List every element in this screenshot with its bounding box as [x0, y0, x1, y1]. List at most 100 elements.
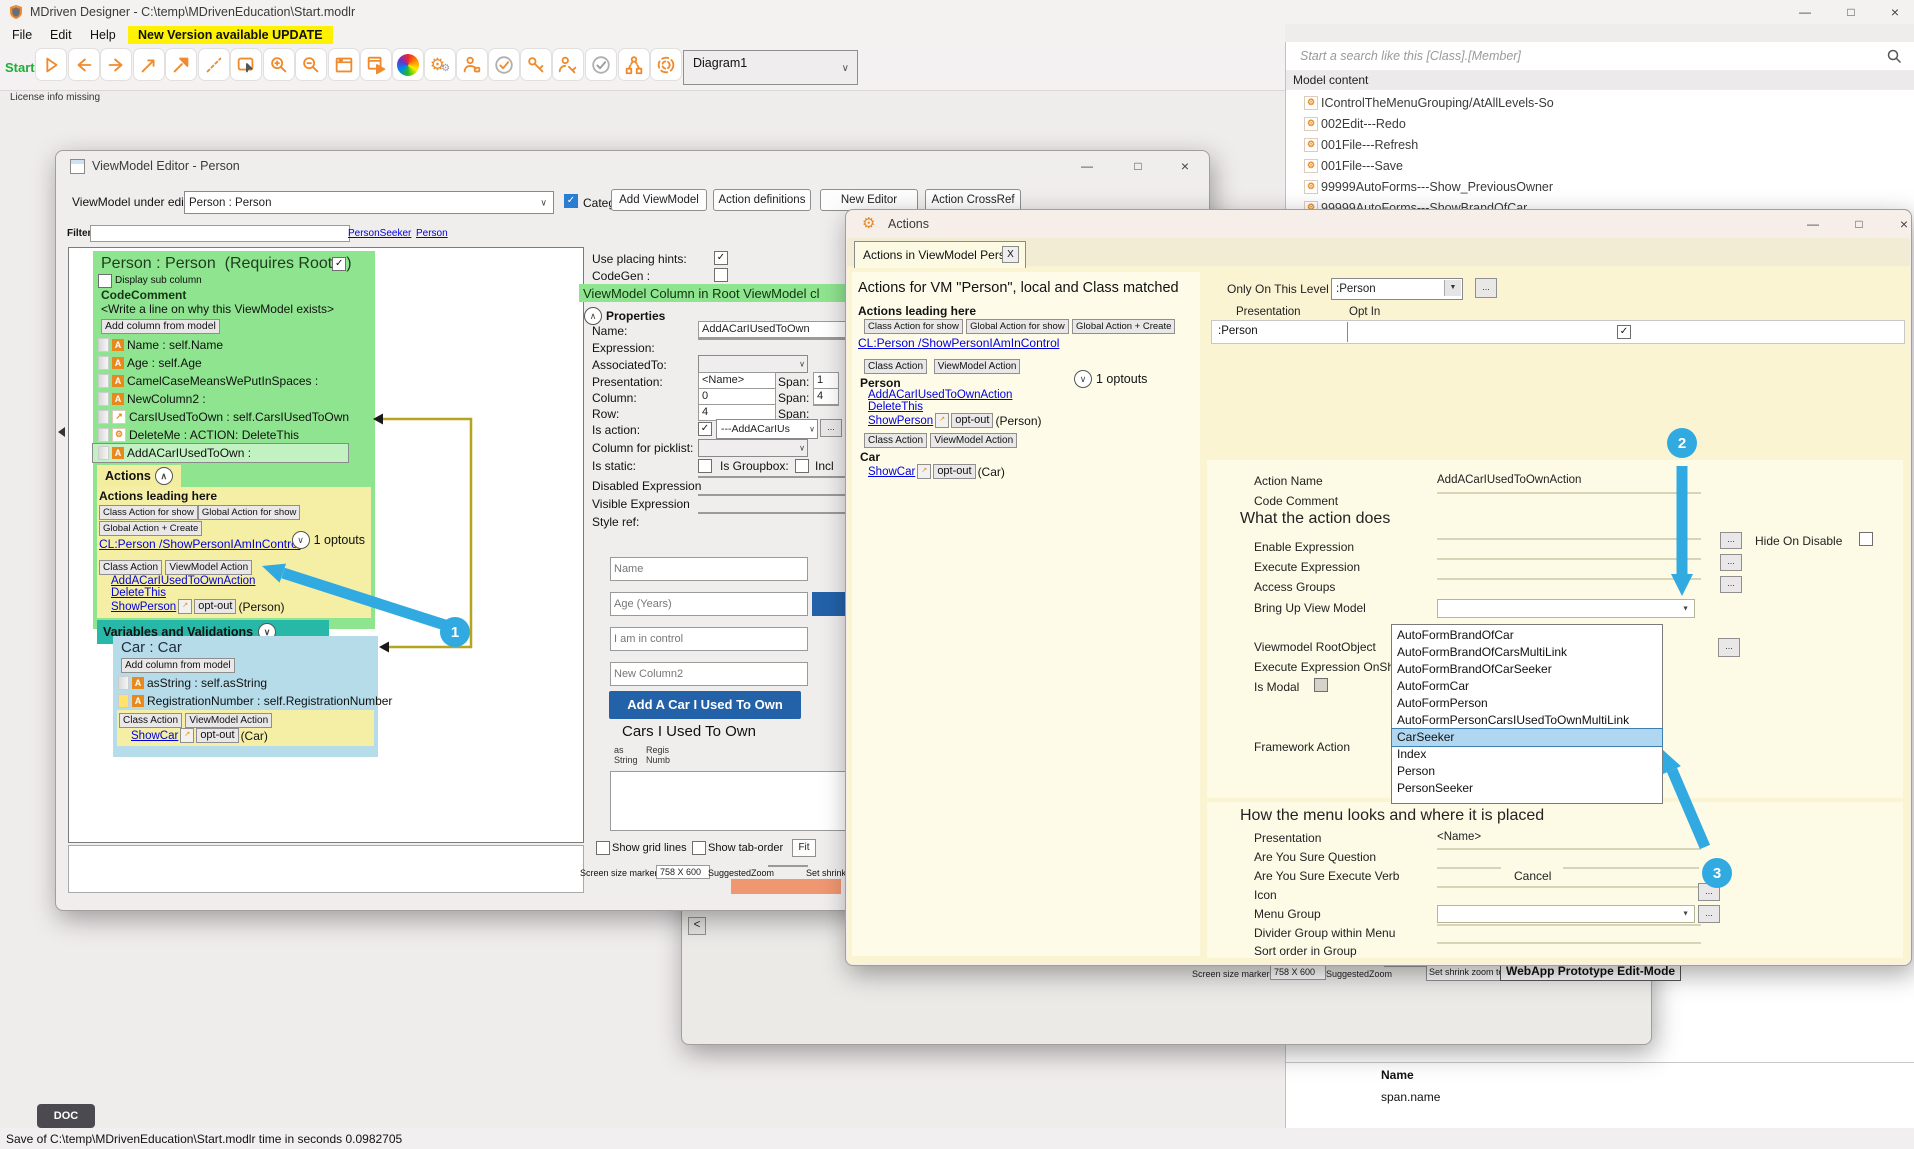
- list-item[interactable]: ⚙001File---Save: [1286, 155, 1914, 176]
- prop-column-span[interactable]: 4: [813, 388, 839, 405]
- viewmodel-dropdown-list[interactable]: AutoFormBrandOfCar AutoFormBrandOfCarsMu…: [1391, 624, 1663, 804]
- chevron-down-icon[interactable]: ∨: [1074, 370, 1092, 388]
- vm-column-row[interactable]: AName : self.Name: [93, 336, 375, 354]
- splitter-handle[interactable]: [58, 427, 65, 437]
- class-action-tab[interactable]: Class Action: [119, 713, 182, 728]
- viewmodel-action-tab[interactable]: ViewModel Action: [185, 713, 272, 728]
- user-key-button[interactable]: [552, 48, 584, 81]
- property-name-value[interactable]: span.name: [1381, 1090, 1440, 1104]
- chevron-down-icon[interactable]: ∨: [292, 531, 310, 549]
- vm-column-row[interactable]: ⚙DeleteMe : ACTION: DeleteThis: [93, 426, 375, 444]
- global-action-create-button[interactable]: Global Action + Create: [1072, 319, 1175, 334]
- minimize-icon[interactable]: —: [1788, 2, 1822, 22]
- opt-out-button[interactable]: opt-out: [196, 728, 238, 743]
- doc-button[interactable]: DOC: [37, 1104, 95, 1128]
- zoom-out-button[interactable]: [295, 48, 327, 81]
- optouts-summary[interactable]: ∨ 1 optouts: [292, 531, 365, 549]
- vm-column-row[interactable]: ARegistrationNumber : self.RegistrationN…: [113, 692, 378, 710]
- action-definitions-button[interactable]: Action definitions: [713, 189, 811, 211]
- action-link[interactable]: ShowCar: [868, 466, 915, 478]
- tab-close-icon[interactable]: X: [1002, 246, 1019, 263]
- filter-link-person[interactable]: Person: [416, 228, 448, 239]
- dropdown-item[interactable]: Person: [1392, 763, 1662, 780]
- codegen-checkbox[interactable]: [714, 268, 728, 282]
- dropdown-arrow-icon[interactable]: ▼: [1682, 911, 1689, 918]
- key-button[interactable]: [520, 48, 552, 81]
- class-action-tab[interactable]: Class Action: [99, 560, 162, 575]
- list-item[interactable]: ⚙99999AutoForms---Show_PreviousOwner: [1286, 176, 1914, 197]
- divider-group-field[interactable]: [1437, 924, 1701, 926]
- execute-expression-field[interactable]: [1437, 558, 1701, 560]
- access-ellipsis-button[interactable]: ...: [1720, 576, 1742, 593]
- style-ref-field[interactable]: [698, 512, 853, 514]
- visible-expression-field[interactable]: [698, 494, 853, 496]
- action-link[interactable]: DeleteThis: [111, 587, 369, 599]
- requires-root-checkbox[interactable]: [332, 257, 346, 271]
- diagram-selector[interactable]: Diagram1 ∨: [683, 50, 858, 85]
- prop-name-field[interactable]: AddACarIUsedToOwn: [698, 321, 853, 338]
- color-wheel-icon[interactable]: [392, 48, 424, 81]
- class-link[interactable]: CL:Person /ShowPersonIAmInControl: [858, 336, 1059, 350]
- opt-out-button[interactable]: opt-out: [951, 413, 993, 428]
- picklist-combo[interactable]: ∨: [698, 439, 808, 457]
- action-crossref-button[interactable]: Action CrossRef: [925, 189, 1021, 211]
- opt-out-button[interactable]: opt-out: [194, 599, 236, 614]
- only-level-combo[interactable]: :Person ▼: [1331, 278, 1463, 300]
- minimize-icon[interactable]: —: [1796, 214, 1830, 234]
- bring-up-viewmodel-combo[interactable]: ▼: [1437, 599, 1695, 618]
- hide-on-disable-checkbox[interactable]: [1859, 532, 1873, 546]
- class-action-tab[interactable]: Class Action: [864, 359, 927, 374]
- viewmodel-action-tab[interactable]: ViewModel Action: [930, 433, 1017, 448]
- preview-newcolumn-input[interactable]: New Column2: [610, 662, 808, 686]
- nav-back-button[interactable]: [68, 48, 100, 81]
- arrow-line-button[interactable]: [133, 48, 165, 81]
- prop-associated-combo[interactable]: ∨: [698, 355, 808, 373]
- optouts-summary[interactable]: ∨ 1 optouts: [1074, 370, 1147, 388]
- ays-verb-field[interactable]: [1437, 867, 1501, 869]
- viewmodel-action-tab[interactable]: ViewModel Action: [934, 359, 1021, 374]
- close-icon[interactable]: ×: [1168, 156, 1202, 176]
- form-run-button[interactable]: [360, 48, 392, 81]
- display-sub-column-checkbox[interactable]: [98, 274, 112, 288]
- link-mini-icon[interactable]: ↗: [917, 464, 931, 479]
- suggested-zoom-value[interactable]: [768, 865, 808, 867]
- action-link[interactable]: DeleteThis: [868, 401, 923, 413]
- action-link[interactable]: ShowPerson: [111, 601, 176, 613]
- menu-help[interactable]: Help: [90, 28, 116, 42]
- dropdown-item[interactable]: AutoFormPersonCarsIUsedToOwnMultiLink: [1392, 712, 1662, 729]
- action-link[interactable]: AddACarIUsedToOwnAction: [111, 575, 369, 587]
- vm-column-row[interactable]: ANewColumn2 :: [93, 390, 375, 408]
- chevron-up-icon[interactable]: ∧: [155, 467, 173, 485]
- link-mini-icon[interactable]: ↗: [935, 413, 949, 428]
- select-frame-button[interactable]: [230, 48, 262, 81]
- global-action-create-button[interactable]: Global Action + Create: [99, 521, 202, 536]
- vm-column-row[interactable]: AAge : self.Age: [93, 354, 375, 372]
- vm-column-row[interactable]: ACamelCaseMeansWePutInSpaces :: [93, 372, 375, 390]
- under-edit-combo[interactable]: Person : Person ∨: [184, 191, 554, 214]
- prop-presentation-span[interactable]: 1: [813, 372, 839, 389]
- cancel-verb-field[interactable]: [1563, 867, 1699, 869]
- dropdown-item[interactable]: AutoFormBrandOfCarSeeker: [1392, 661, 1662, 678]
- prop-column-field[interactable]: 0: [698, 388, 776, 405]
- enable-ellipsis-button[interactable]: ...: [1720, 532, 1742, 549]
- form-window-button[interactable]: [328, 48, 360, 81]
- menu-edit[interactable]: Edit: [50, 28, 72, 42]
- icon-ellipsis-button[interactable]: ...: [1698, 883, 1720, 901]
- rootobject-ellipsis-button[interactable]: ...: [1718, 638, 1740, 657]
- zoom-in-button[interactable]: [263, 48, 295, 81]
- list-item[interactable]: ⚙IControlTheMenuGrouping/AtAllLevels-So: [1286, 92, 1914, 113]
- close-icon[interactable]: ×: [1878, 2, 1912, 22]
- viewmodel-action-tab[interactable]: ViewModel Action: [165, 560, 252, 575]
- nav-forward-button[interactable]: [100, 48, 132, 81]
- action-link[interactable]: ShowPerson: [868, 415, 933, 427]
- add-column-button[interactable]: Add column from model: [101, 319, 220, 334]
- new-editor-button[interactable]: New Editor: [820, 189, 918, 211]
- dropdown-item[interactable]: PersonSeeker: [1392, 780, 1662, 797]
- sort-order-field[interactable]: [1437, 942, 1701, 944]
- vm-column-row[interactable]: ↗CarsIUsedToOwn : self.CarsIUsedToOwn: [93, 408, 375, 426]
- combo-arrow-button[interactable]: ▼: [1444, 280, 1461, 296]
- is-action-checkbox[interactable]: [698, 422, 712, 436]
- dropdown-item[interactable]: AutoFormCar: [1392, 678, 1662, 695]
- is-modal-checkbox[interactable]: [1314, 678, 1328, 692]
- prop-presentation-field[interactable]: <Name>: [698, 372, 776, 389]
